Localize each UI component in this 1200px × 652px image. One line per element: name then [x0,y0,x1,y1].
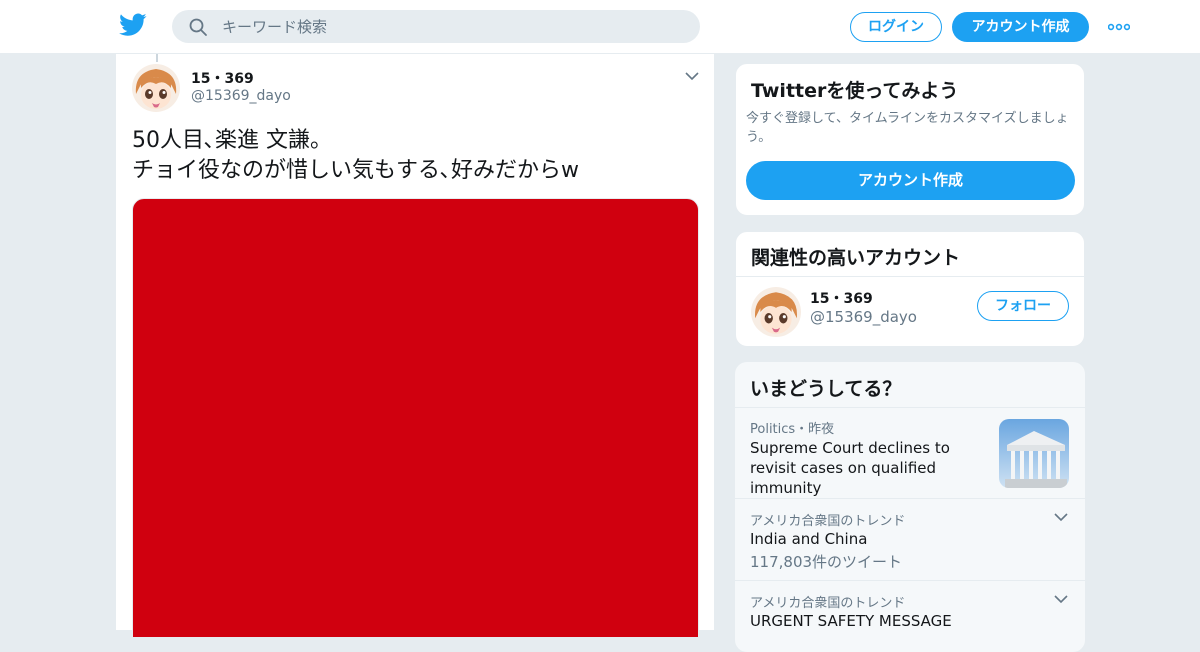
related-account-name[interactable]: 15・369 [810,288,873,308]
tweet-author-handle[interactable]: @15369_dayo [191,88,291,104]
anime-avatar-icon [132,64,180,112]
related-account-handle[interactable]: @15369_dayo [810,308,917,326]
avatar[interactable] [751,287,801,337]
thread-line [156,54,158,62]
twitter-bird-icon[interactable] [119,13,147,37]
trends-title: いまどうしてる？ [750,378,902,400]
signup-card: Twitterを使ってみよう 今すぐ登録して、タイムラインをカスタマイズしましょ… [735,63,1085,216]
trends-card: いまどうしてる？ Politics・昨夜 Supreme Court decli… [735,362,1085,652]
divider [736,276,1084,277]
trend-meta: アメリカ合衆国のトレンド [750,514,906,529]
chevron-down-icon[interactable] [1054,595,1068,604]
signup-card-title: Twitterを使ってみよう [751,80,959,102]
more-dots-icon[interactable] [1108,22,1130,32]
search-icon [189,18,207,36]
trend-tweet-count: 117,803件のツイート [750,553,903,571]
anime-avatar-icon [751,287,801,337]
tweet-author-name[interactable]: 15・369 [191,68,254,88]
trend-meta: アメリカ合衆国のトレンド [750,596,906,611]
trend-thumbnail-image[interactable] [999,419,1069,488]
chevron-down-icon[interactable] [685,72,699,81]
top-navigation-bar: ログイン アカウント作成 [0,0,1200,54]
trend-title: URGENT SAFETY MESSAGE [750,612,952,630]
chevron-down-icon[interactable] [1054,513,1068,522]
trend-meta: Politics・昨夜 [750,422,835,437]
trend-title: India and China [750,530,868,548]
create-account-button[interactable]: アカウント作成 [746,161,1075,200]
login-button[interactable]: ログイン [850,12,942,42]
tweet-card: 15・369 @15369_dayo 50人目､楽進 文謙。 チョイ役なのが惜し… [115,54,715,638]
related-accounts-title: 関連性の高いアカウント [751,247,961,269]
trend-item[interactable]: Politics・昨夜 Supreme Court declines to re… [735,407,1085,498]
tweet-text: 50人目､楽進 文謙。 チョイ役なのが惜しい気もする､好みだからw [132,128,579,183]
follow-button[interactable]: フォロー [977,291,1069,321]
trend-item[interactable]: アメリカ合衆国のトレンド India and China 117,803件のツイ… [735,498,1085,580]
signup-card-description: 今すぐ登録して、タイムラインをカスタマイズしましょう。 [746,111,1069,145]
related-accounts-card: 関連性の高いアカウント 15・369 @15369_dayo フォロー [735,231,1085,347]
signup-button[interactable]: アカウント作成 [952,12,1089,42]
tweet-media-image[interactable] [132,198,699,638]
trend-title: Supreme Court declines to revisit cases … [750,439,950,497]
trend-item[interactable]: アメリカ合衆国のトレンド URGENT SAFETY MESSAGE [735,580,1085,652]
search-input[interactable] [222,17,682,36]
avatar[interactable] [132,64,180,112]
search-bar[interactable] [172,10,700,43]
